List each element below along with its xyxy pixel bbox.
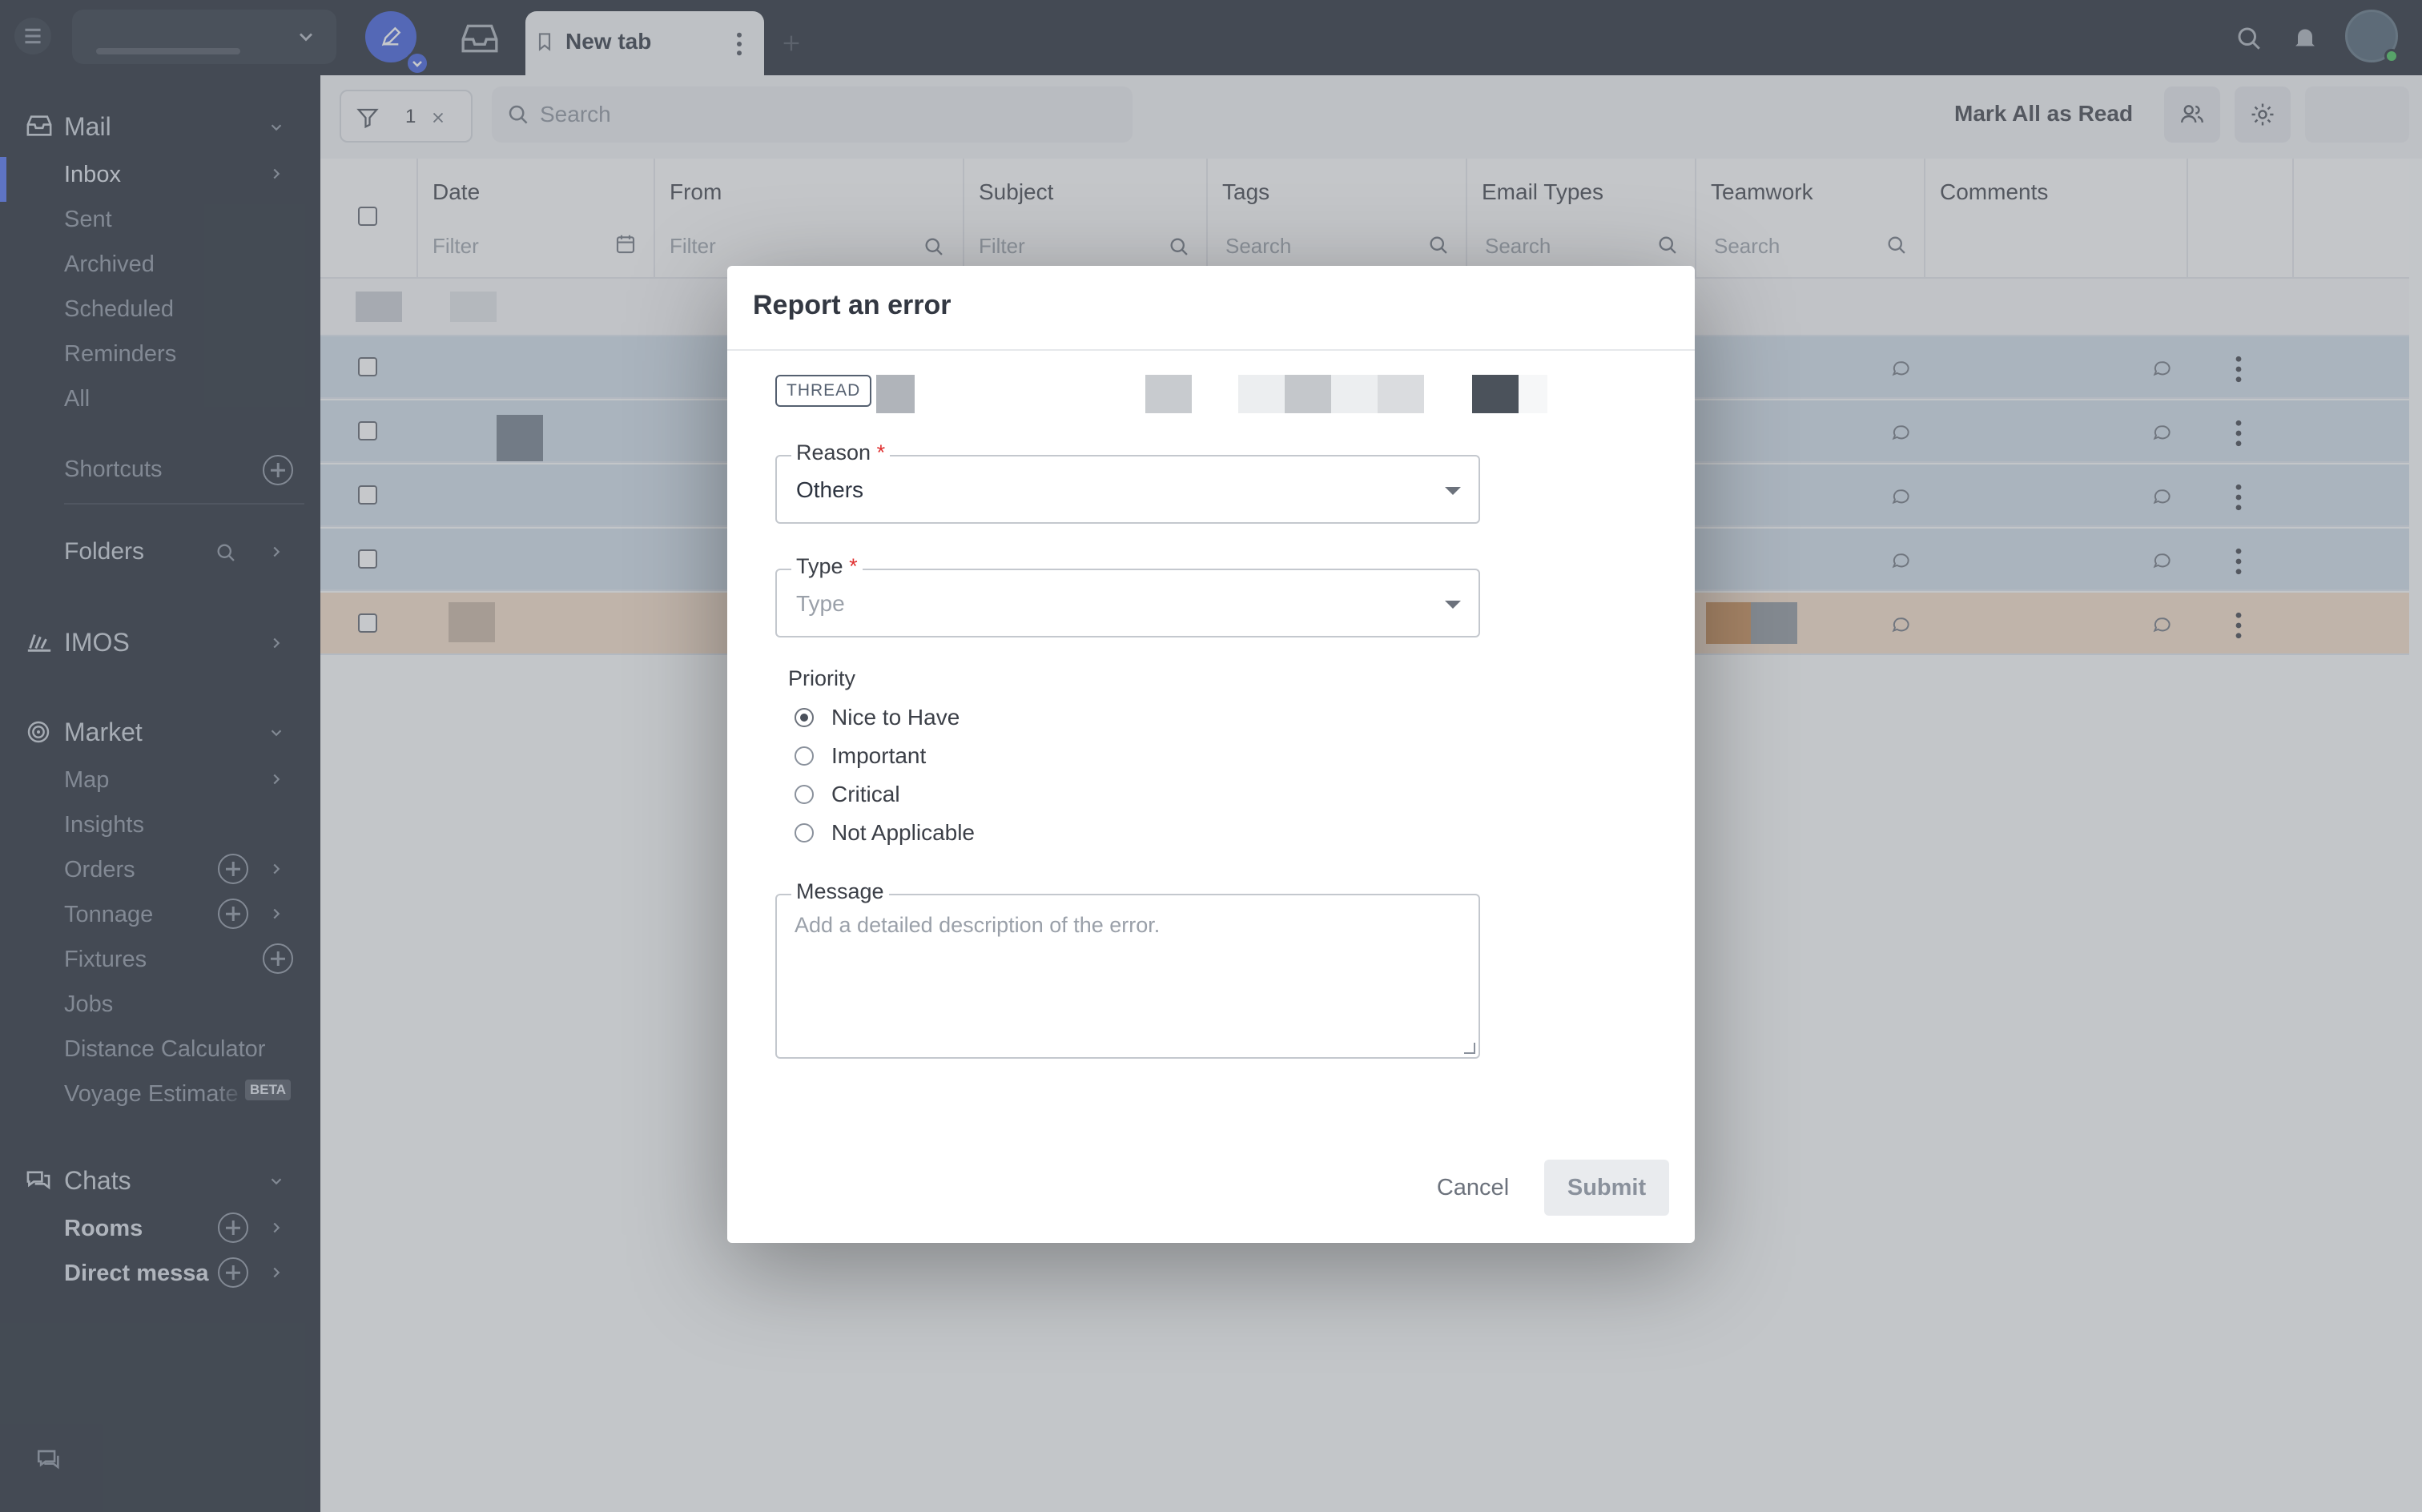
redacted-content: [1285, 375, 1331, 413]
redacted-content: [1238, 375, 1285, 413]
dropdown-arrow-icon: [1445, 601, 1461, 609]
radio-button-checked[interactable]: [795, 708, 814, 727]
type-select[interactable]: Type * Type: [775, 554, 1480, 637]
reason-label-text: Reason: [796, 440, 871, 464]
radio-button[interactable]: [795, 823, 814, 842]
priority-option-nice-to-have[interactable]: Nice to Have: [795, 702, 960, 734]
redacted-content: [1378, 375, 1424, 413]
required-marker: *: [876, 440, 886, 464]
priority-label: Priority: [788, 666, 856, 690]
thread-badge: THREAD: [775, 375, 872, 407]
reason-value: Others: [796, 477, 864, 502]
redacted-content: [1472, 375, 1519, 413]
radio-button[interactable]: [795, 785, 814, 804]
dropdown-arrow-icon: [1445, 487, 1461, 495]
submit-button[interactable]: Submit: [1544, 1160, 1669, 1216]
radio-label: Nice to Have: [831, 705, 960, 730]
priority-option-not-applicable[interactable]: Not Applicable: [795, 817, 975, 849]
message-textarea[interactable]: [795, 913, 1459, 1041]
priority-option-important[interactable]: Important: [795, 740, 926, 772]
priority-option-critical[interactable]: Critical: [795, 778, 900, 810]
type-placeholder: Type: [796, 591, 845, 616]
reason-label: Reason *: [791, 440, 891, 465]
type-label: Type *: [791, 554, 863, 579]
report-error-dialog: Report an error THREAD Reason * Others T…: [727, 266, 1695, 1243]
radio-label: Not Applicable: [831, 820, 976, 845]
radio-label: Important: [831, 743, 927, 768]
redacted-content: [876, 375, 915, 413]
resize-handle-icon[interactable]: [1464, 1043, 1475, 1054]
redacted-content: [1331, 375, 1378, 413]
radio-label: Critical: [831, 782, 900, 806]
redacted-content: [1519, 375, 1547, 413]
type-label-text: Type: [796, 554, 843, 578]
dialog-title: Report an error: [753, 290, 952, 320]
redacted-content: [1145, 375, 1192, 413]
message-label: Message: [791, 879, 889, 904]
divider: [727, 349, 1695, 351]
message-field[interactable]: Message: [775, 879, 1480, 1059]
radio-button[interactable]: [795, 746, 814, 766]
required-marker: *: [849, 554, 858, 578]
reason-select[interactable]: Reason * Others: [775, 440, 1480, 524]
cancel-button[interactable]: Cancel: [1421, 1160, 1525, 1216]
